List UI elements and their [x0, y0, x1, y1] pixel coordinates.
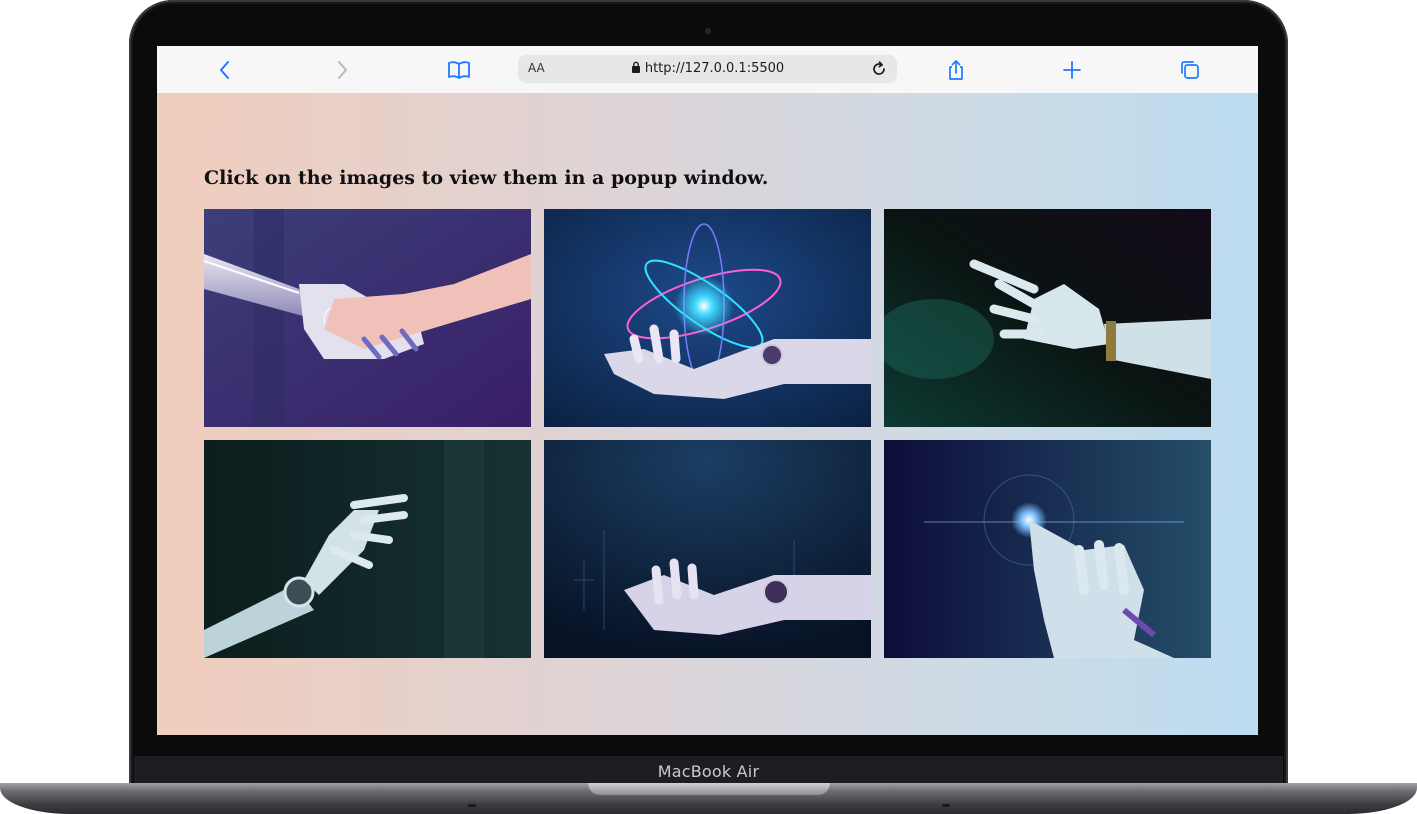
url-text: http://127.0.0.1:5500 — [644, 61, 785, 76]
new-tab-button[interactable] — [1057, 55, 1087, 85]
laptop-notch — [588, 783, 830, 795]
laptop-foot — [468, 804, 476, 807]
page-heading: Click on the images to view them in a po… — [204, 167, 769, 189]
gallery-image-handshake[interactable] — [204, 209, 531, 427]
tabs-icon — [1181, 61, 1199, 79]
reload-icon[interactable] — [869, 59, 889, 79]
gallery-image-pointing[interactable] — [884, 209, 1211, 427]
browser-toolbar: AA http://127.0.0.1:5500 — [157, 46, 1258, 94]
web-page: Click on the images to view them in a po… — [157, 93, 1258, 735]
share-icon — [949, 60, 963, 80]
new-tab-icon — [1063, 61, 1081, 79]
back-button[interactable] — [210, 55, 240, 85]
laptop-foot — [942, 804, 950, 807]
gallery-image-atom[interactable] — [544, 209, 871, 427]
lock-icon — [631, 61, 640, 73]
forward-icon — [338, 61, 347, 79]
bookmarks-icon — [448, 61, 470, 79]
camera — [705, 28, 711, 34]
url-display: http://127.0.0.1:5500 — [518, 61, 897, 76]
gallery-image-finger-touch[interactable] — [884, 440, 1211, 658]
address-bar[interactable]: AA http://127.0.0.1:5500 — [518, 55, 897, 83]
gallery-image-reaching[interactable] — [204, 440, 531, 658]
forward-button[interactable] — [327, 55, 357, 85]
bookmarks-button[interactable] — [444, 55, 474, 85]
back-icon — [220, 61, 229, 79]
gallery-image-open-palm[interactable] — [544, 440, 871, 658]
screen: AA http://127.0.0.1:5500 Click on the im… — [157, 46, 1258, 735]
share-button[interactable] — [941, 55, 971, 85]
tabs-button[interactable] — [1175, 55, 1205, 85]
device-label: MacBook Air — [657, 762, 760, 781]
